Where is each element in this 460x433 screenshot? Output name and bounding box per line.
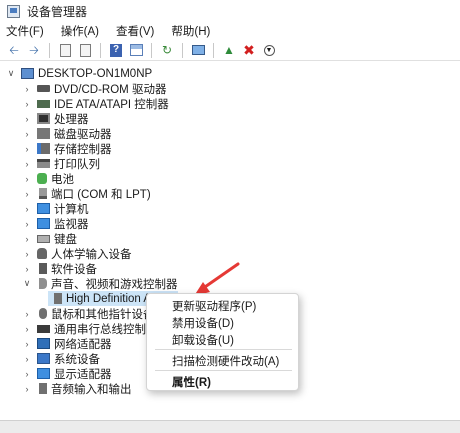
menu-divider: [155, 370, 292, 371]
menu-item-scan-hardware[interactable]: 扫描检测硬件改动(A): [172, 353, 279, 369]
menu-item-disable-device[interactable]: 禁用设备(D): [172, 315, 234, 331]
menu-item-uninstall-device[interactable]: 卸载设备(U): [172, 332, 234, 348]
menu-item-properties[interactable]: 属性(R): [172, 374, 211, 390]
menu-item-update-driver[interactable]: 更新驱动程序(P): [172, 298, 256, 314]
context-menu: 更新驱动程序(P) 禁用设备(D) 卸载设备(U) 扫描检测硬件改动(A) 属性…: [146, 293, 299, 391]
status-bar: [0, 420, 460, 433]
menu-divider: [155, 349, 292, 350]
